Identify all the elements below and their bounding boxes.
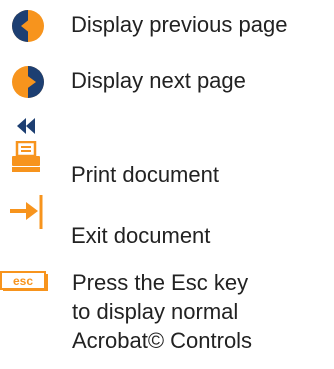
esc-line-2: to display normal [72, 299, 239, 324]
esc-line-1: Press the Esc key [72, 270, 249, 295]
next-page-icon[interactable] [11, 65, 45, 99]
exit-label: Exit document [71, 223, 211, 248]
print-icon[interactable] [11, 141, 41, 173]
previous-page-icon[interactable] [11, 9, 45, 43]
esc-row[interactable]: esc Press the Esc key to display normal … [0, 268, 334, 368]
exit-icon[interactable] [8, 194, 48, 230]
esc-instructions: Press the Esc key to display normal Acro… [72, 268, 252, 355]
next-page-label: Display next page [71, 68, 246, 93]
esc-key-icon[interactable]: esc [0, 271, 48, 291]
exit-row[interactable]: Exit document [0, 194, 334, 254]
previous-page-label: Display previous page [71, 12, 288, 37]
print-label: Print document [71, 162, 219, 187]
print-row[interactable]: Print document [0, 141, 334, 193]
previous-page-row[interactable]: Display previous page [0, 0, 334, 48]
first-page-icon[interactable] [17, 118, 37, 134]
next-page-row[interactable]: Display next page [0, 60, 334, 108]
esc-key-text: esc [13, 274, 33, 288]
first-page-row[interactable] [0, 113, 334, 139]
esc-line-3: Acrobat© Controls [72, 328, 253, 353]
